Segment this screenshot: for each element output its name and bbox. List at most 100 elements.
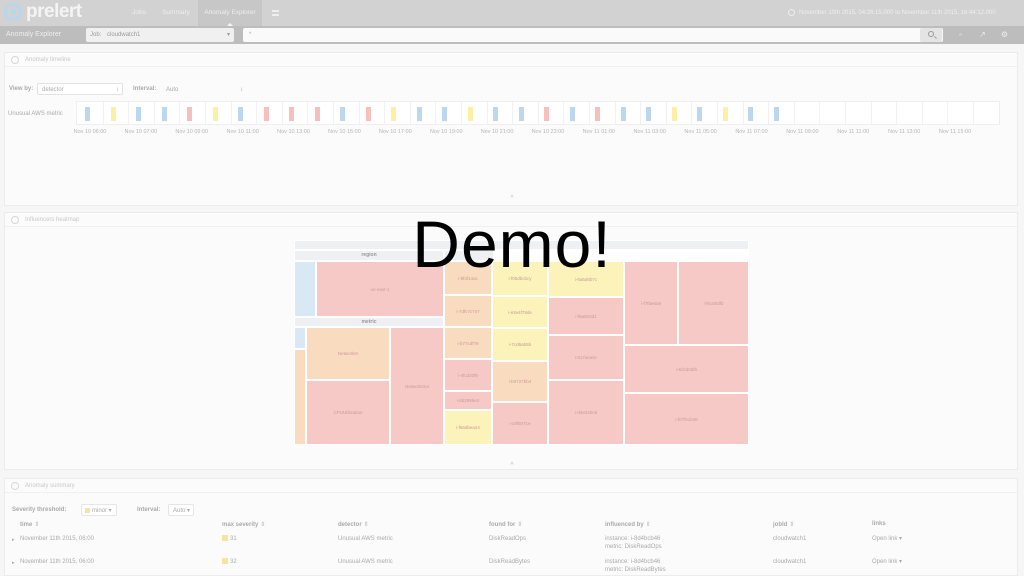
swimlane-anomaly-bar[interactable] <box>85 107 90 121</box>
severity-threshold-select[interactable]: minor ▾ <box>81 504 117 516</box>
column-header-jobid[interactable]: jobId ⇕ <box>773 521 794 528</box>
swimlane-anomaly-bar[interactable] <box>187 107 192 121</box>
anomaly-swimlane[interactable] <box>76 101 1000 125</box>
treemap-cell[interactable] <box>294 349 306 445</box>
job-selector[interactable]: Job: cloudwatch1 ▾ <box>86 28 234 42</box>
cell-severity: 32 <box>222 558 237 566</box>
swimlane-anomaly-bar[interactable] <box>467 107 473 121</box>
timeline-tick-label: Nov 11 05:00 <box>684 129 717 135</box>
swimlane-anomaly-bar[interactable] <box>697 107 702 121</box>
swimlane-anomaly-bar[interactable] <box>365 107 371 121</box>
collapse-arrow-icon[interactable]: ^ <box>507 195 517 202</box>
tab-jobs[interactable]: Jobs <box>124 0 154 26</box>
swimlane-anomaly-bar[interactable] <box>646 107 651 121</box>
column-header-influenced-by[interactable]: influenced by ⇕ <box>605 521 651 528</box>
timeline-tick-label: Nov 10 15:00 <box>328 129 361 135</box>
swimlane-anomaly-bar[interactable] <box>773 107 779 121</box>
swimlane-gridline <box>614 102 616 124</box>
column-header-time[interactable]: time ⇕ <box>20 521 39 528</box>
save-icon[interactable]: ▫ <box>956 30 965 39</box>
search-input[interactable]: * <box>243 28 943 42</box>
tab-anomaly-explorer[interactable]: Anomaly Explorer <box>198 0 262 26</box>
treemap-cell-instance[interactable]: i-7dfc7c747 <box>444 295 492 327</box>
swimlane-gridline <box>102 102 104 124</box>
treemap-cell[interactable] <box>294 327 306 349</box>
treemap-cell-instance[interactable]: i-d4e220c8 <box>548 380 624 445</box>
column-header-detector[interactable]: detector ⇕ <box>338 521 369 528</box>
swimlane-anomaly-bar[interactable] <box>314 107 320 121</box>
swimlane-anomaly-bar[interactable] <box>110 107 116 121</box>
explorer-toolbar: Anomaly Explorer Job: cloudwatch1 ▾ * ▫ … <box>0 26 1024 44</box>
open-link-button[interactable]: Open link ▾ <box>872 535 902 543</box>
treemap-cell-instance[interactable]: i-c8f5071e <box>492 402 548 445</box>
view-by-label: View by: <box>9 86 34 92</box>
treemap-cell-instance[interactable]: i-f66dbea24 <box>444 410 492 445</box>
swimlane-anomaly-bar[interactable] <box>569 107 575 121</box>
column-header-severity[interactable]: max severity ⇕ <box>222 521 265 528</box>
treemap-cell-metric[interactable]: NetworkOut <box>390 327 444 445</box>
swimlane-anomaly-bar[interactable] <box>136 107 141 121</box>
swimlane-gridline <box>486 102 488 124</box>
treemap-cell-instance[interactable]: i-817aea6c <box>548 335 624 380</box>
treemap-cell-instance[interactable]: i-6cbd0df6 <box>624 345 749 393</box>
treemap-cell-instance[interactable]: i-b0727bb4 <box>492 361 548 402</box>
swimlane-anomaly-bar[interactable] <box>289 107 294 121</box>
swimlane-anomaly-bar[interactable] <box>518 107 524 121</box>
swimlane-anomaly-bar[interactable] <box>442 107 447 121</box>
treemap-cell-instance[interactable]: i-f6a903d1 <box>548 297 624 335</box>
treemap-cell-instance[interactable]: i-7cd6ab5b <box>492 328 548 361</box>
treemap-cell-metric[interactable]: CPUUtilization <box>306 380 390 445</box>
swimlane-anomaly-bar[interactable] <box>671 107 677 121</box>
job-value: cloudwatch1 <box>107 32 141 38</box>
apps-menu-icon[interactable] <box>272 10 279 16</box>
swimlane-anomaly-bar[interactable] <box>620 107 626 121</box>
timeline-tick-label: Nov 10 11:00 <box>226 129 259 135</box>
swimlane-anomaly-bar[interactable] <box>238 107 243 121</box>
treemap-cell-instance[interactable]: i-4fcd20f8 <box>444 359 492 391</box>
treemap-cell-metric[interactable]: NetworkIn <box>306 327 390 380</box>
swimlane-anomaly-bar[interactable] <box>161 107 167 121</box>
panel-header[interactable]: Anomaly timeline <box>5 53 1017 67</box>
job-label: Job: <box>90 32 102 38</box>
treemap-cell-instance[interactable]: i-8b2995e3 <box>444 391 492 410</box>
time-range-picker[interactable]: November 10th 2015, 04:26:15.000 to Nove… <box>799 0 996 26</box>
swimlane-anomaly-bar[interactable] <box>416 107 422 121</box>
top-nav-bar: prelert Jobs Summary Anomaly Explorer No… <box>0 0 1024 26</box>
collapse-arrow-icon[interactable]: ^ <box>507 462 517 469</box>
column-header-found-for[interactable]: found for ⇕ <box>489 521 522 528</box>
treemap-cell-instance[interactable]: i-b77cdf78 <box>444 327 492 359</box>
severity-threshold-value: minor <box>92 508 108 514</box>
logo-icon <box>4 3 22 21</box>
swimlane-anomaly-bar[interactable] <box>493 107 498 121</box>
panel-header[interactable]: Anomaly summary <box>5 479 1017 493</box>
summary-interval-select[interactable]: Auto ▾ <box>168 504 194 516</box>
timeline-tick-label: Nov 10 06:00 <box>73 129 107 135</box>
view-by-select[interactable]: detector ↕ <box>37 83 123 95</box>
open-link-button[interactable]: Open link ▾ <box>872 558 902 566</box>
clock-icon[interactable] <box>788 9 795 16</box>
treemap-cell-instance[interactable]: i-f07fecb46 <box>624 393 749 445</box>
swimlane-gridline <box>281 102 283 124</box>
swimlane-anomaly-bar[interactable] <box>340 107 345 121</box>
swimlane-anomaly-bar[interactable] <box>595 107 600 121</box>
tab-summary[interactable]: Summary <box>157 0 195 26</box>
interval-select[interactable]: Auto ↕ <box>161 83 247 95</box>
prelert-logo[interactable]: prelert <box>4 1 96 24</box>
swimlane-anomaly-bar[interactable] <box>722 107 728 121</box>
treemap-cell-instance[interactable]: i-e2e4f78de <box>492 296 548 328</box>
cell-influenced-by: instance: i-8d4bcb46 metric: DiskReadByte… <box>605 559 666 573</box>
swimlane-anomaly-bar[interactable] <box>212 107 218 121</box>
expand-row-icon[interactable]: ▸ <box>12 560 15 566</box>
swimlane-anomaly-bar[interactable] <box>544 107 549 121</box>
swimlane-anomaly-bar[interactable] <box>263 107 269 121</box>
share-icon[interactable]: ↗ <box>978 30 987 39</box>
expand-row-icon[interactable]: ▸ <box>12 537 15 543</box>
gear-icon[interactable]: ⚙ <box>1000 30 1009 39</box>
chevron-down-icon: ↕ <box>240 87 243 93</box>
timeline-tick-label: Nov 10 07:00 <box>124 129 158 135</box>
metric-header: metric <box>294 317 444 327</box>
swimlane-anomaly-bar[interactable] <box>748 107 753 121</box>
swimlane-gridline <box>461 102 462 124</box>
swimlane-anomaly-bar[interactable] <box>391 107 396 121</box>
search-button[interactable] <box>920 28 942 42</box>
